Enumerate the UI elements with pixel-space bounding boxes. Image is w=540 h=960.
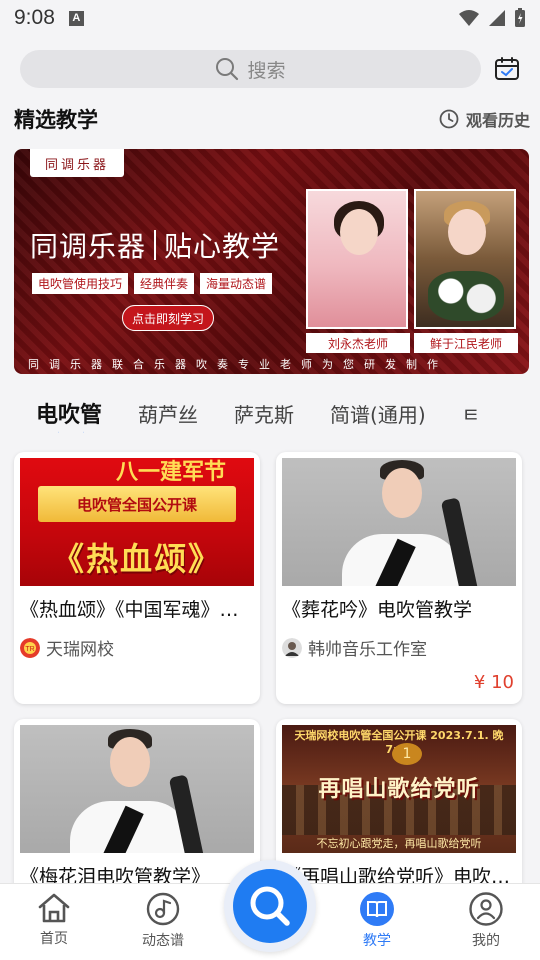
center-search-inner — [233, 869, 307, 943]
tab-numbered-notation[interactable]: 简谱(通用) — [330, 399, 426, 428]
nav-dynamic-label: 动态谱 — [142, 933, 184, 949]
course-thumbnail — [282, 458, 516, 586]
banner-headline-divider — [154, 230, 157, 260]
author-name: 韩帅音乐工作室 — [308, 640, 427, 660]
tab-electronic-wind[interactable]: 电吹管 — [36, 397, 102, 429]
status-time: 9:08 — [14, 6, 55, 29]
course-title: 《热血颂》《中国军魂》电吹管全国公开课 — [20, 599, 250, 621]
book-icon — [360, 892, 394, 926]
banner-tags: 电吹管使用技巧 经典伴奏 海量动态谱 — [32, 273, 273, 294]
music-disc-icon — [146, 892, 180, 926]
course-card[interactable]: 天瑞网校电吹管全国公开课 2023.7.1. 晚7:30 1 再唱山歌给党听 不… — [276, 719, 522, 899]
clock-icon — [439, 109, 459, 129]
course-thumbnail: 天瑞网校电吹管全国公开课 2023.7.1. 晚7:30 1 再唱山歌给党听 不… — [282, 725, 516, 853]
category-tabs: 电吹管 葫芦丝 萨克斯 简谱(通用) ㅌ — [0, 393, 540, 433]
course-price: ¥ 10 — [473, 672, 514, 693]
tab-saxophone[interactable]: 萨克斯 — [234, 399, 294, 428]
nav-home-label: 首页 — [40, 931, 68, 947]
search-row: 搜索 — [20, 50, 520, 90]
course-card[interactable]: 《梅花泪电吹管教学》 — [14, 719, 260, 899]
teacher-name: 刘永杰老师 — [306, 333, 410, 353]
section-title: 精选教学 — [14, 108, 98, 132]
tab-label: 电吹管 — [36, 403, 103, 428]
search-input[interactable]: 搜索 — [20, 50, 481, 88]
signal-icon — [489, 10, 505, 26]
course-thumbnail — [20, 725, 254, 853]
thumb-plate: 电吹管全国公开课 — [38, 486, 236, 522]
home-icon — [38, 893, 70, 923]
featured-banner[interactable]: 同调乐器 同调乐器 贴心教学 电吹管使用技巧 经典伴奏 海量动态谱 点击即刻学习… — [14, 149, 529, 374]
banner-cta-button[interactable]: 点击即刻学习 — [122, 305, 214, 331]
course-card[interactable]: 《葬花吟》电吹管教学 韩帅音乐工作室 ¥ 10 — [276, 452, 522, 704]
teacher-photo — [306, 189, 408, 329]
teacher-name: 鲜于江民老师 — [414, 333, 518, 353]
banner-tag: 电吹管使用技巧 — [32, 273, 129, 294]
banner-tag: 海量动态谱 — [200, 273, 273, 294]
banner-ticker: 同调乐器联合乐器吹奏专业老师为您研发制作 — [28, 358, 448, 371]
thumb-big-title: 《热血颂》 — [51, 540, 222, 578]
battery-icon — [515, 8, 525, 27]
course-card[interactable]: 八一建军节 电吹管全国公开课 《热血颂》 《热血颂》《中国军魂》电吹管全国公开课… — [14, 452, 260, 704]
nav-dynamic-score[interactable]: 动态谱 — [123, 892, 203, 950]
notification-a-icon: A — [68, 10, 84, 26]
author-name: 天瑞网校 — [46, 640, 114, 660]
course-thumbnail: 八一建军节 电吹管全国公开课 《热血颂》 — [20, 458, 254, 586]
section-header: 精选教学 观看历史 — [14, 103, 530, 135]
calendar-check-icon[interactable] — [494, 56, 520, 82]
thumb-top-text: 八一建军节 — [116, 460, 227, 485]
course-author: TR 天瑞网校 — [20, 635, 114, 660]
course-author: 韩帅音乐工作室 — [282, 635, 427, 660]
thumb-episode-number: 1 — [392, 743, 422, 765]
tab-more[interactable]: ㅌ — [462, 399, 480, 428]
nav-mine-label: 我的 — [472, 933, 500, 949]
search-icon — [250, 886, 290, 926]
svg-text:TR: TR — [25, 646, 34, 653]
banner-tag: 经典伴奏 — [134, 273, 195, 294]
search-icon — [216, 58, 239, 81]
banner-headline: 同调乐器 贴心教学 — [30, 225, 280, 265]
tab-hulusi[interactable]: 葫芦丝 — [138, 399, 198, 428]
nav-teach[interactable]: 教学 — [337, 892, 417, 950]
nav-mine[interactable]: 我的 — [446, 892, 526, 950]
tab-active-indicator — [58, 431, 84, 433]
profile-icon — [469, 892, 503, 926]
banner-headline-right: 贴心教学 — [164, 230, 281, 263]
watch-history-button[interactable]: 观看历史 — [439, 107, 530, 131]
course-title: 《葬花吟》电吹管教学 — [282, 599, 473, 621]
thumb-song-title: 再唱山歌给党听 — [318, 777, 480, 802]
thumb-footer-text: 不忘初心跟党走，再唱山歌给党听 — [316, 837, 482, 850]
banner-logo: 同调乐器 — [30, 149, 124, 177]
nav-teach-label: 教学 — [363, 933, 391, 949]
status-bar: 9:08 A — [0, 0, 540, 36]
author-avatar — [282, 637, 302, 658]
watch-history-label: 观看历史 — [465, 111, 530, 130]
wifi-icon — [459, 10, 479, 26]
search-placeholder: 搜索 — [247, 59, 286, 82]
center-search-button[interactable] — [224, 860, 316, 952]
author-avatar: TR — [20, 637, 40, 658]
banner-headline-left: 同调乐器 — [30, 230, 147, 263]
nav-home[interactable]: 首页 — [14, 892, 94, 948]
teacher-photo — [414, 189, 516, 329]
